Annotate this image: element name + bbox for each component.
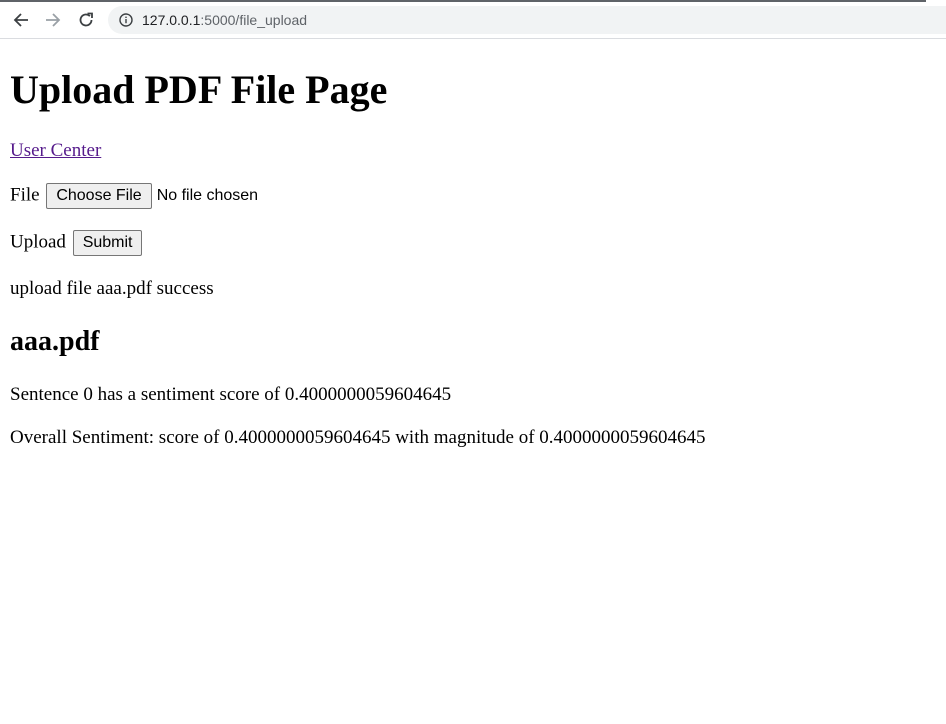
no-file-chosen-text: No file chosen (156, 187, 259, 204)
forward-button[interactable] (40, 7, 66, 33)
reload-button[interactable] (73, 7, 99, 33)
url-text: 127.0.0.1:5000/file_upload (142, 12, 307, 28)
status-message: upload file aaa.pdf success (10, 278, 214, 299)
info-icon[interactable] (119, 13, 133, 27)
arrow-right-icon (46, 13, 61, 27)
sentence-result: Sentence 0 has a sentiment score of 0.40… (10, 384, 452, 405)
file-input[interactable]: Choose File No file chosen (46, 183, 258, 209)
upload-row: Upload Submit (10, 230, 143, 256)
back-button[interactable] (8, 7, 34, 33)
upload-label: Upload (10, 231, 66, 253)
submit-button[interactable]: Submit (72, 230, 143, 256)
page-title: Upload PDF File Page (10, 67, 388, 112)
file-label: File (10, 184, 40, 206)
arrow-left-icon (13, 13, 28, 27)
address-bar[interactable]: 127.0.0.1:5000/file_upload (108, 6, 946, 34)
user-center-link[interactable]: User Center (10, 140, 101, 161)
choose-file-button[interactable]: Choose File (46, 183, 152, 209)
url-host: 127.0.0.1 (142, 12, 201, 28)
overall-result: Overall Sentiment: score of 0.4000000059… (10, 427, 706, 448)
url-path: :5000/file_upload (200, 12, 308, 28)
browser-toolbar: 127.0.0.1:5000/file_upload (0, 2, 946, 39)
file-row: File Choose File No file chosen (10, 183, 258, 209)
filename-heading: aaa.pdf (10, 326, 100, 357)
reload-icon (79, 12, 93, 27)
